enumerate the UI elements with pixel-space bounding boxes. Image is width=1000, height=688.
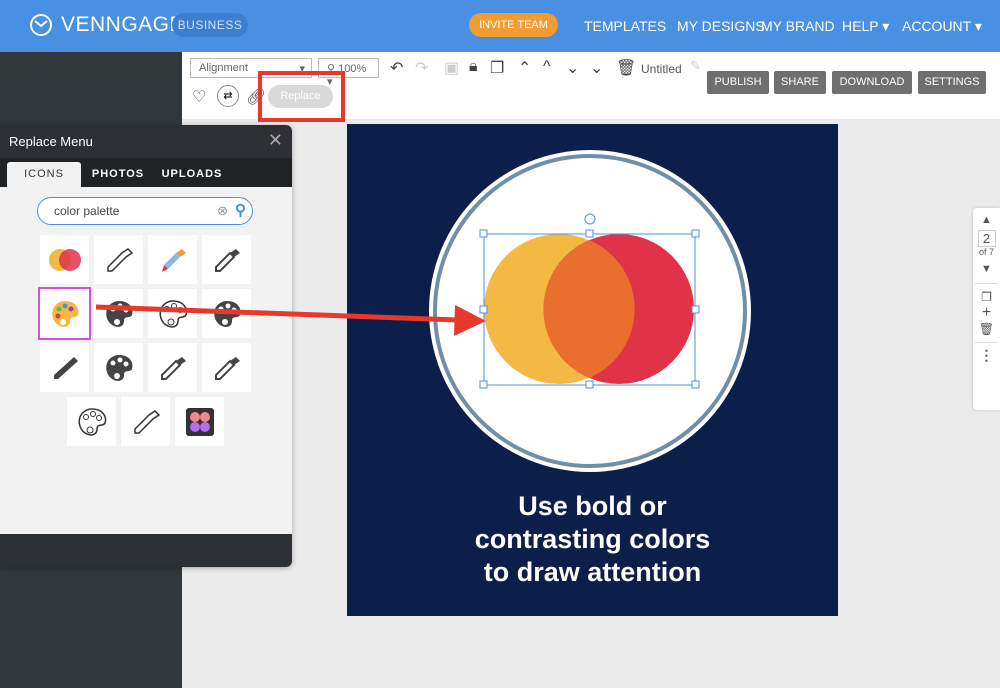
swap-icon[interactable]: ⇄ <box>217 85 239 107</box>
document-title[interactable]: Untitled <box>641 62 682 76</box>
duplicate-page-icon[interactable]: ❐ <box>975 283 998 304</box>
nav-my-designs[interactable]: MY DESIGNS <box>677 18 765 34</box>
page-up-icon[interactable]: ▲ <box>973 214 1000 226</box>
trash-icon[interactable]: 🗑︎ <box>616 58 636 78</box>
panel-footer <box>0 534 292 567</box>
plan-badge: BUSINESS <box>172 13 248 37</box>
rotate-handle-icon <box>584 213 596 225</box>
venngage-logo[interactable]: VENNGAGE <box>29 13 184 37</box>
bring-to-front-icon[interactable]: ⌃ <box>518 58 531 78</box>
settings-button[interactable]: SETTINGS <box>918 71 986 94</box>
icon-result-palette-outline[interactable] <box>67 397 116 446</box>
icon-result-eyedropper-outline-dark[interactable] <box>202 343 251 392</box>
replace-menu-panel: Replace Menu ✕ ICONS PHOTOS UPLOADS colo… <box>0 125 292 567</box>
search-icon[interactable]: ⚲ <box>235 201 246 219</box>
invite-team-button[interactable]: INVITE TEAM <box>469 13 558 37</box>
nav-my-brand[interactable]: MY BRAND <box>761 18 835 34</box>
replace-tabs: ICONS PHOTOS UPLOADS <box>0 158 292 187</box>
nav-help[interactable]: HELP ▾ <box>842 18 889 35</box>
nav-templates[interactable]: TEMPLATES <box>584 18 666 34</box>
download-button[interactable]: DOWNLOAD <box>832 71 912 94</box>
canvas-headline[interactable]: Use bold or contrasting colors to draw a… <box>347 490 838 589</box>
delete-page-icon[interactable]: 🗑︎ <box>973 322 1000 336</box>
page-number-input[interactable]: 2 <box>977 230 996 247</box>
icon-result-eyedropper-solid[interactable] <box>40 343 89 392</box>
headline-line: to draw attention <box>483 557 702 587</box>
add-page-icon[interactable]: + <box>973 304 1000 322</box>
icon-result-eyedropper-outline[interactable] <box>94 235 143 284</box>
tab-photos[interactable]: PHOTOS <box>84 162 152 187</box>
page-down-icon[interactable]: ▼ <box>973 263 1000 275</box>
headline-line: contrasting colors <box>474 524 711 554</box>
icon-result-palette-solid[interactable] <box>94 343 143 392</box>
tab-icons[interactable]: ICONS <box>7 162 81 187</box>
top-nav-bar: VENNGAGE BUSINESS INVITE TEAM TEMPLATES … <box>0 0 1000 52</box>
icon-result-eyeshadow-palette[interactable] <box>175 397 224 446</box>
icon-result-palette-solid[interactable] <box>94 289 143 338</box>
replace-menu-header: Replace Menu ✕ <box>0 125 292 158</box>
lock-icon[interactable]: 🔒︎ <box>469 58 478 76</box>
alignment-label: Alignment <box>199 62 248 74</box>
icon-result-eyedropper-color[interactable] <box>148 235 197 284</box>
bring-forward-icon[interactable]: ^ <box>543 58 551 76</box>
share-button[interactable]: SHARE <box>774 71 826 94</box>
icon-result-palette-outline[interactable] <box>148 289 197 338</box>
group-icon[interactable]: ▣ <box>444 58 459 78</box>
page-control: ▲ 2 of 7 ▼ ❐ + 🗑︎ ⋮ <box>973 208 1000 410</box>
more-options-icon[interactable]: ⋮ <box>975 342 998 364</box>
publish-button[interactable]: PUBLISH <box>707 71 769 94</box>
icon-result-eyedropper-outline[interactable] <box>121 397 170 446</box>
close-icon[interactable]: ✕ <box>268 130 283 151</box>
icon-result-palette-solid[interactable] <box>202 289 251 338</box>
page-total: of 7 <box>978 247 994 257</box>
headline-line: Use bold or <box>518 491 667 521</box>
replace-highlight-box <box>258 71 345 122</box>
search-value: color palette <box>54 204 120 218</box>
brand-name: VENNGAGE <box>61 13 185 36</box>
icon-result-venn-circles[interactable] <box>40 235 89 284</box>
replace-menu-title: Replace Menu <box>9 134 93 149</box>
clear-search-icon[interactable]: ⊗ <box>217 203 228 219</box>
icon-result-palette-color[interactable] <box>38 287 91 340</box>
icon-search-input[interactable]: color palette ⊗ ⚲ <box>37 197 253 225</box>
tab-uploads[interactable]: UPLOADS <box>158 162 226 187</box>
duplicate-icon[interactable]: ❐ <box>490 58 504 78</box>
icon-results: color palette ⊗ ⚲ <box>0 187 292 534</box>
edit-title-icon[interactable]: ✎ <box>690 58 701 74</box>
icon-result-eyedropper-outline-dark[interactable] <box>148 343 197 392</box>
send-backward-icon[interactable]: ⌄ <box>566 58 579 78</box>
icon-result-eyedropper-dark[interactable] <box>202 235 251 284</box>
logo-icon <box>30 14 52 36</box>
redo-icon[interactable]: ↷ <box>415 58 428 78</box>
favorite-heart-icon[interactable]: ♡ <box>192 87 206 107</box>
undo-icon[interactable]: ↶ <box>390 58 403 78</box>
nav-account[interactable]: ACCOUNT ▾ <box>902 18 982 35</box>
design-canvas[interactable]: Use bold or contrasting colors to draw a… <box>347 124 838 616</box>
send-to-back-icon[interactable]: ⌄ <box>590 58 603 78</box>
